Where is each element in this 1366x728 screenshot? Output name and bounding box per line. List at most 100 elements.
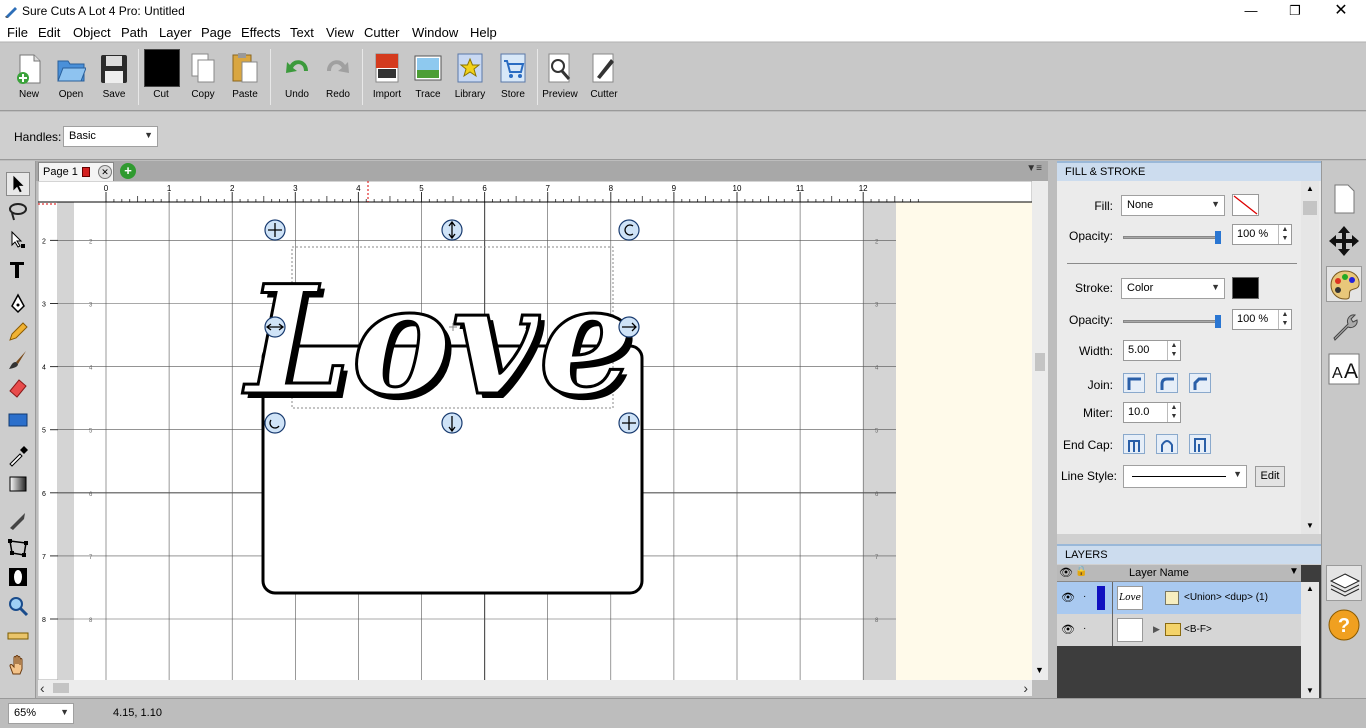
fill-opacity-input[interactable]: 100 % ▲ ▼ — [1232, 224, 1292, 245]
cap-round-button[interactable] — [1156, 434, 1178, 454]
fill-type-select[interactable]: None ▼ — [1121, 195, 1225, 216]
panel-scroll-thumb[interactable] — [1303, 201, 1317, 215]
vertical-scroll-thumb[interactable] — [1035, 353, 1045, 371]
lock-dot-icon[interactable]: · — [1083, 591, 1086, 602]
eyedropper-tool[interactable] — [6, 444, 30, 468]
shape-tool[interactable] — [6, 408, 30, 432]
import-button[interactable]: Import — [367, 49, 407, 107]
pan-tool[interactable] — [6, 653, 30, 677]
miter-input[interactable]: 10.0 ▲ ▼ — [1123, 402, 1181, 423]
paste-button[interactable]: Paste — [225, 49, 265, 107]
layers-menu-icon[interactable]: ▼ — [1289, 566, 1299, 577]
stroke-opacity-input[interactable]: 100 % ▲ ▼ — [1232, 309, 1292, 330]
node-edit-tool[interactable] — [6, 228, 30, 252]
close-page-icon[interactable]: ✕ — [98, 165, 112, 179]
store-button[interactable]: Store — [493, 49, 533, 107]
cap-butt-button[interactable] — [1123, 434, 1145, 454]
spin-arrows-icon[interactable]: ▲ ▼ — [1278, 225, 1291, 244]
love-text-shape[interactable]: Love Love — [240, 252, 639, 435]
expand-arrow-icon[interactable]: ▶ — [1153, 624, 1160, 635]
no-fill-swatch[interactable] — [1232, 194, 1259, 216]
horizontal-scrollbar[interactable]: ‹ › — [38, 680, 1032, 696]
trace-button[interactable]: Trace — [408, 49, 448, 107]
preview-button[interactable]: Preview — [540, 49, 580, 107]
scroll-down-icon[interactable]: ▼ — [1306, 521, 1314, 530]
layer-row[interactable]: 👁 · Love <Union> <dup> (1) — [1057, 582, 1301, 614]
menu-effects[interactable]: Effects — [241, 25, 281, 40]
layers-panel-tab[interactable] — [1326, 565, 1362, 601]
lock-dot-icon[interactable]: · — [1083, 623, 1086, 634]
layer-row[interactable]: 👁 · ▶ <B-F> — [1057, 614, 1301, 646]
transform-tool[interactable] — [6, 536, 30, 560]
lasso-tool[interactable] — [6, 200, 30, 224]
zoom-select[interactable]: 65% ▼ — [8, 703, 74, 724]
menu-object[interactable]: Object — [73, 25, 111, 40]
open-button[interactable]: Open — [51, 49, 91, 107]
library-button[interactable]: Library — [450, 49, 490, 107]
zoom-tool[interactable] — [6, 594, 30, 618]
menu-page[interactable]: Page — [201, 25, 231, 40]
layers-scrollbar[interactable]: ▲ ▼ — [1301, 582, 1319, 698]
spin-arrows-icon[interactable]: ▲ ▼ — [1278, 310, 1291, 329]
add-page-icon[interactable]: + — [120, 163, 136, 179]
gradient-tool[interactable] — [6, 472, 30, 496]
fill-opacity-slider[interactable] — [1123, 231, 1221, 244]
menu-help[interactable]: Help — [470, 25, 497, 40]
stroke-type-select[interactable]: Color ▼ — [1121, 278, 1225, 299]
redo-button[interactable]: Redo — [318, 49, 358, 107]
eye-icon[interactable]: 👁 — [1061, 591, 1075, 604]
stroke-opacity-slider[interactable] — [1123, 315, 1221, 328]
eye-icon[interactable]: 👁 — [1061, 623, 1075, 636]
fill-opacity-thumb[interactable] — [1215, 231, 1221, 244]
undo-button[interactable]: Undo — [277, 49, 317, 107]
tools-panel-tab[interactable] — [1326, 308, 1362, 344]
help-panel-tab[interactable]: ? — [1326, 607, 1362, 643]
document-panel-tab[interactable] — [1326, 181, 1362, 217]
tab-page-1[interactable]: Page 1 ✕ — [38, 162, 114, 181]
scroll-left-icon[interactable]: ‹ — [40, 680, 45, 696]
menu-file[interactable]: File — [7, 25, 28, 40]
brush-tool[interactable] — [6, 348, 30, 372]
save-button[interactable]: Save — [94, 49, 134, 107]
scroll-right-icon[interactable]: › — [1023, 680, 1028, 696]
scroll-up-icon[interactable]: ▲ — [1306, 184, 1314, 193]
pen-tool[interactable] — [6, 292, 30, 316]
cap-square-button[interactable] — [1189, 434, 1211, 454]
stroke-color-swatch[interactable] — [1232, 277, 1259, 299]
menu-view[interactable]: View — [326, 25, 354, 40]
menu-cutter[interactable]: Cutter — [364, 25, 399, 40]
pencil-tool[interactable] — [6, 320, 30, 344]
stroke-opacity-thumb[interactable] — [1215, 315, 1221, 328]
rotate-handle-bottom-left[interactable] — [264, 412, 286, 434]
close-button[interactable]: ✕ — [1318, 2, 1364, 20]
fill-stroke-panel-tab[interactable] — [1326, 266, 1362, 302]
scroll-down-icon[interactable]: ▼ — [1035, 665, 1044, 675]
minimize-button[interactable]: — — [1228, 2, 1274, 20]
transform-panel-tab[interactable] — [1326, 223, 1362, 259]
spin-arrows-icon[interactable]: ▲ ▼ — [1167, 341, 1180, 360]
join-bevel-button[interactable] — [1189, 373, 1211, 393]
tab-menu-icon[interactable]: ▼≡ — [1026, 163, 1042, 174]
horizontal-scroll-thumb[interactable] — [53, 683, 69, 693]
handles-select[interactable]: Basic ▼ — [63, 126, 158, 147]
select-tool[interactable] — [6, 172, 30, 196]
width-input[interactable]: 5.00 ▲ ▼ — [1123, 340, 1181, 361]
panel-scrollbar[interactable]: ▲ ▼ — [1301, 181, 1319, 534]
text-tool[interactable] — [6, 258, 30, 282]
scroll-down-icon[interactable]: ▼ — [1306, 686, 1314, 695]
join-miter-button[interactable] — [1123, 373, 1145, 393]
menu-window[interactable]: Window — [412, 25, 458, 40]
cut-button[interactable]: Cut — [141, 49, 181, 107]
text-panel-tab[interactable]: AA — [1326, 351, 1362, 387]
line-style-select[interactable]: ▼ — [1123, 465, 1247, 488]
rotate-handle-top-right[interactable] — [618, 219, 640, 241]
maximize-button[interactable]: ❐ — [1272, 2, 1318, 20]
menu-layer[interactable]: Layer — [159, 25, 192, 40]
eraser-tool[interactable] — [6, 376, 30, 400]
weld-tool[interactable] — [6, 565, 30, 589]
vertical-scrollbar[interactable]: ▼ — [1032, 181, 1048, 680]
ruler-tool[interactable] — [6, 624, 30, 648]
spin-arrows-icon[interactable]: ▲ ▼ — [1167, 403, 1180, 422]
edit-line-style-button[interactable]: Edit — [1255, 466, 1285, 487]
design-canvas[interactable]: 0 1 2 3 4 5 6 7 8 9 10 11 12 222333444555666777888 L… — [38, 181, 1032, 680]
